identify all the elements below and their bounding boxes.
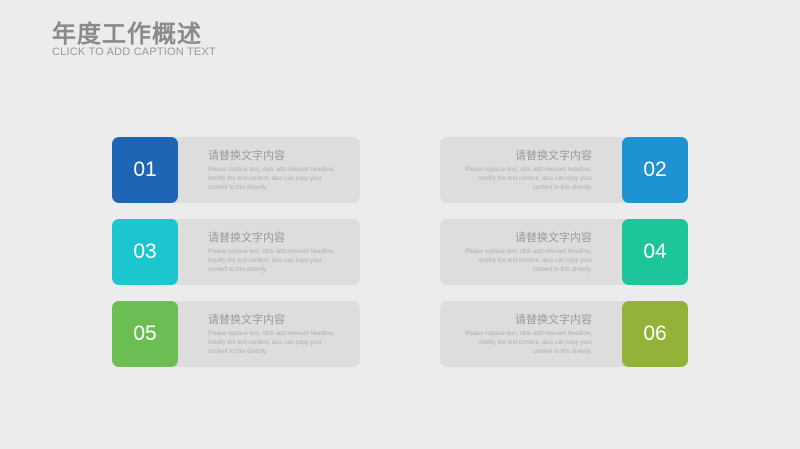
card-02: 02 请替换文字内容 Please replace text, click ad…: [440, 137, 688, 203]
card-heading: 请替换文字内容: [208, 149, 285, 162]
slide: 年度工作概述 CLICK TO ADD CAPTION TEXT 01 请替换文…: [0, 0, 800, 449]
card-text: 请替换文字内容 Please replace text, click add r…: [208, 149, 338, 193]
card-01: 01 请替换文字内容 Please replace text, click ad…: [112, 137, 360, 203]
card-05: 05 请替换文字内容 Please replace text, click ad…: [112, 301, 360, 367]
number-badge: 03: [112, 219, 178, 285]
number-badge: 05: [112, 301, 178, 367]
card-body: Please replace text, click add relevant …: [208, 331, 335, 355]
card-heading: 请替换文字内容: [515, 149, 592, 162]
card-heading: 请替换文字内容: [515, 313, 592, 326]
card-06: 06 请替换文字内容 Please replace text, click ad…: [440, 301, 688, 367]
card-text: 请替换文字内容 Please replace text, click add r…: [462, 149, 592, 193]
card-body: Please replace text, click add relevant …: [465, 249, 592, 273]
number-badge: 04: [622, 219, 688, 285]
number-badge: 06: [622, 301, 688, 367]
card-text: 请替换文字内容 Please replace text, click add r…: [208, 313, 338, 357]
card-body: Please replace text, click add relevant …: [465, 167, 592, 191]
slide-title: 年度工作概述: [52, 20, 202, 48]
slide-subtitle: CLICK TO ADD CAPTION TEXT: [52, 46, 216, 58]
card-body: Please replace text, click add relevant …: [465, 331, 592, 355]
card-heading: 请替换文字内容: [515, 231, 592, 244]
card-04: 04 请替换文字内容 Please replace text, click ad…: [440, 219, 688, 285]
number-badge: 02: [622, 137, 688, 203]
card-body: Please replace text, click add relevant …: [208, 167, 335, 191]
card-heading: 请替换文字内容: [208, 231, 285, 244]
card-text: 请替换文字内容 Please replace text, click add r…: [208, 231, 338, 275]
card-text: 请替换文字内容 Please replace text, click add r…: [462, 231, 592, 275]
card-heading: 请替换文字内容: [208, 313, 285, 326]
number-badge: 01: [112, 137, 178, 203]
card-body: Please replace text, click add relevant …: [208, 249, 335, 273]
card-03: 03 请替换文字内容 Please replace text, click ad…: [112, 219, 360, 285]
card-text: 请替换文字内容 Please replace text, click add r…: [462, 313, 592, 357]
